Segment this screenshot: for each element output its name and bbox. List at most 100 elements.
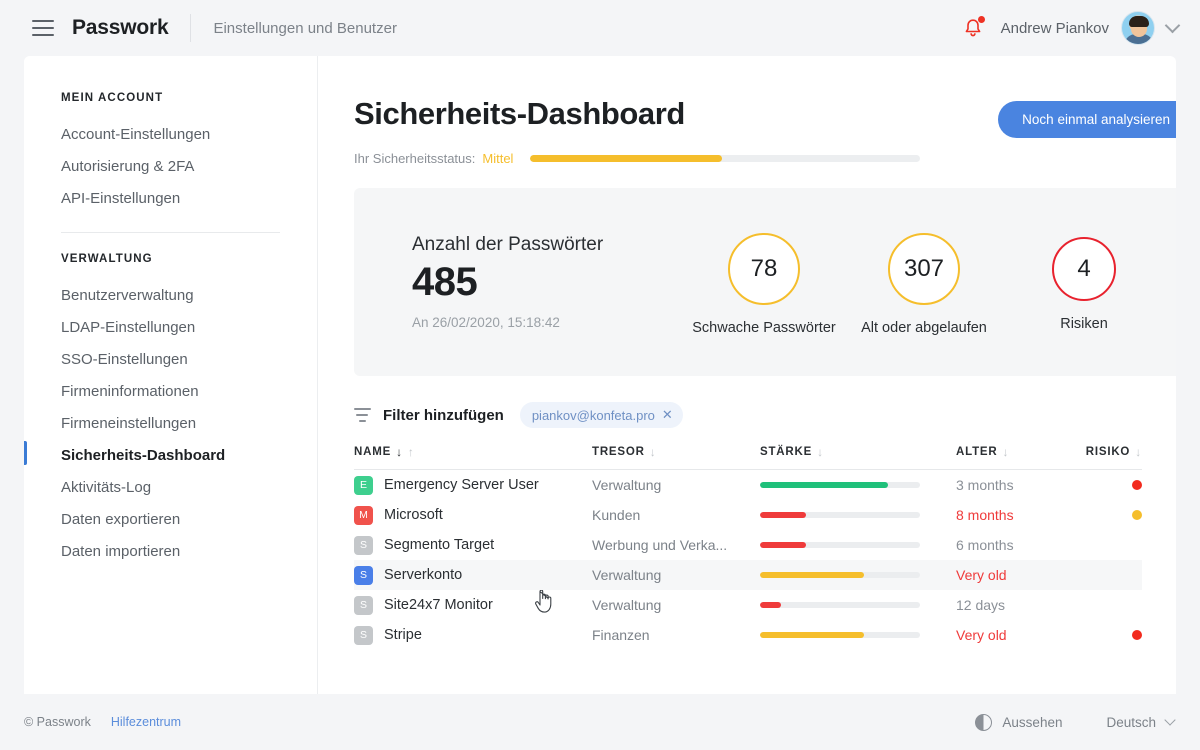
stat-old-expired-caption: Alt oder abgelaufen bbox=[861, 319, 987, 336]
sidebar-item-activity-log[interactable]: Aktivitäts-Log bbox=[24, 471, 317, 503]
item-name: Emergency Server User bbox=[384, 477, 539, 493]
column-header-vault[interactable]: TRESOR ↓ bbox=[592, 446, 760, 458]
item-badge-icon: S bbox=[354, 625, 373, 645]
stat-weak-passwords[interactable]: 78 Schwache Passwörter bbox=[684, 232, 844, 337]
sidebar-item-security-dashboard[interactable]: Sicherheits-Dashboard bbox=[24, 439, 317, 471]
item-name: Serverkonto bbox=[384, 567, 463, 583]
bell-icon[interactable] bbox=[963, 16, 985, 39]
cell-strength bbox=[760, 512, 956, 518]
sort-desc-icon[interactable]: ↓ bbox=[1002, 446, 1009, 458]
cell-strength bbox=[760, 482, 956, 488]
item-age: 6 months bbox=[956, 537, 1014, 553]
item-name: Microsoft bbox=[384, 507, 443, 523]
cell-risk bbox=[1074, 510, 1142, 520]
item-vault: Verwaltung bbox=[592, 567, 662, 583]
cell-strength bbox=[760, 602, 956, 608]
risk-indicator-dot bbox=[1132, 480, 1142, 490]
half-circle-icon[interactable] bbox=[975, 713, 993, 731]
sidebar-heading-account: MEIN ACCOUNT bbox=[61, 92, 164, 104]
table-row[interactable]: E Emergency Server User Verwaltung 3 months bbox=[354, 470, 1142, 500]
filter-icon[interactable] bbox=[354, 408, 371, 422]
password-count-label: Anzahl der Passwörter bbox=[412, 234, 604, 255]
sidebar-item-api-settings[interactable]: API-Einstellungen bbox=[24, 182, 317, 214]
footer-help-link[interactable]: Hilfezentrum bbox=[111, 715, 181, 729]
strength-bar-fill bbox=[760, 602, 781, 608]
sidebar-item-export-data[interactable]: Daten exportieren bbox=[24, 503, 317, 535]
column-header-risk-label: RISIKO bbox=[1085, 446, 1131, 458]
sidebar-item-company-settings[interactable]: Firmeneinstellungen bbox=[24, 407, 317, 439]
column-header-age[interactable]: ALTER ↓ bbox=[956, 446, 1074, 458]
sort-asc-icon[interactable]: ↑ bbox=[408, 446, 415, 458]
item-vault: Kunden bbox=[592, 507, 641, 523]
analyze-again-button[interactable]: Noch einmal analysieren bbox=[998, 101, 1176, 138]
item-name: Segmento Target bbox=[384, 537, 495, 553]
password-count-value: 485 bbox=[412, 260, 478, 304]
hamburger-icon[interactable] bbox=[32, 20, 54, 36]
sidebar-group-account: MEIN ACCOUNT Account-Einstellungen Autor… bbox=[24, 92, 317, 214]
cell-vault: Verwaltung bbox=[592, 597, 760, 613]
risk-indicator-dot bbox=[1132, 630, 1142, 640]
table-row[interactable]: S Stripe Finanzen Very old bbox=[354, 620, 1142, 650]
strength-bar-fill bbox=[760, 632, 864, 638]
passwords-table: NAME ↓ ↑ TRESOR ↓ STÄRKE ↓ ALTER ↓ RISIK… bbox=[354, 446, 1142, 650]
header-divider bbox=[190, 14, 192, 42]
stat-weak-passwords-caption: Schwache Passwörter bbox=[692, 319, 836, 336]
page-card: MEIN ACCOUNT Account-Einstellungen Autor… bbox=[24, 56, 1176, 694]
sort-desc-icon[interactable]: ↓ bbox=[650, 446, 657, 458]
notification-badge bbox=[977, 16, 985, 23]
sidebar: MEIN ACCOUNT Account-Einstellungen Autor… bbox=[24, 56, 318, 694]
table-row[interactable]: M Microsoft Kunden 8 months bbox=[354, 500, 1142, 530]
stat-risks-circle: 4 bbox=[1052, 236, 1116, 301]
cell-name: E Emergency Server User bbox=[354, 475, 592, 495]
sidebar-divider bbox=[61, 232, 280, 233]
cell-age: 6 months bbox=[956, 537, 1074, 553]
close-icon[interactable]: ✕ bbox=[662, 407, 673, 423]
stat-donuts: 78 Schwache Passwörter 307 Alt oder abge… bbox=[684, 227, 1164, 337]
user-name: Andrew Piankov bbox=[1000, 19, 1109, 37]
strength-bar bbox=[760, 482, 920, 488]
filter-chip-email[interactable]: piankov@konfeta.pro ✕ bbox=[519, 402, 683, 428]
avatar[interactable] bbox=[1121, 11, 1155, 45]
brand-logo[interactable]: Passwork bbox=[72, 16, 169, 40]
chevron-down-icon[interactable] bbox=[1164, 714, 1176, 726]
theme-toggle-label[interactable]: Aussehen bbox=[1002, 715, 1062, 730]
sort-desc-icon[interactable]: ↓ bbox=[817, 446, 824, 458]
add-filter-button[interactable]: Filter hinzufügen bbox=[383, 407, 504, 424]
cell-age: Very old bbox=[956, 627, 1074, 643]
table-body: E Emergency Server User Verwaltung 3 months… bbox=[354, 470, 1142, 650]
table-row[interactable]: S Site24x7 Monitor Verwaltung 12 days bbox=[354, 590, 1142, 620]
cell-risk bbox=[1074, 480, 1142, 490]
table-row[interactable]: S Segmento Target Werbung und Verka... 6 mo… bbox=[354, 530, 1142, 560]
stat-old-expired[interactable]: 307 Alt oder abgelaufen bbox=[844, 232, 1004, 337]
column-header-name[interactable]: NAME ↓ ↑ bbox=[354, 446, 592, 458]
footer-copyright: © Passwork bbox=[24, 715, 91, 729]
stat-risks[interactable]: 4 Risiken bbox=[1004, 233, 1164, 333]
cell-vault: Verwaltung bbox=[592, 477, 760, 493]
security-status-label: Ihr Sicherheitsstatus: bbox=[354, 151, 476, 166]
item-badge-icon: M bbox=[354, 505, 373, 525]
sort-desc-icon[interactable]: ↓ bbox=[396, 446, 403, 458]
sidebar-item-import-data[interactable]: Daten importieren bbox=[24, 535, 317, 567]
sidebar-group-administration: VERWALTUNG Benutzerverwaltung LDAP-Einst… bbox=[24, 253, 317, 567]
sidebar-item-user-management[interactable]: Benutzerverwaltung bbox=[24, 279, 317, 311]
column-header-strength-label: STÄRKE bbox=[760, 446, 813, 458]
cell-age: Very old bbox=[956, 567, 1074, 583]
table-row[interactable]: S Serverkonto Verwaltung Very old bbox=[354, 560, 1142, 590]
sidebar-item-ldap-settings[interactable]: LDAP-Einstellungen bbox=[24, 311, 317, 343]
column-header-risk[interactable]: RISIKO ↓ bbox=[1074, 446, 1142, 458]
top-bar: Passwork Einstellungen und Benutzer Andr… bbox=[0, 0, 1200, 56]
language-selector[interactable]: Deutsch bbox=[1106, 715, 1156, 730]
sidebar-item-account-settings[interactable]: Account-Einstellungen bbox=[24, 118, 317, 150]
item-vault: Verwaltung bbox=[592, 477, 662, 493]
column-header-age-label: ALTER bbox=[956, 446, 998, 458]
column-header-strength[interactable]: STÄRKE ↓ bbox=[760, 446, 956, 458]
cell-vault: Werbung und Verka... bbox=[592, 537, 760, 553]
item-vault: Finanzen bbox=[592, 627, 650, 643]
sidebar-item-company-information[interactable]: Firmeninformationen bbox=[24, 375, 317, 407]
cell-vault: Verwaltung bbox=[592, 567, 760, 583]
cell-name: S Serverkonto bbox=[354, 565, 592, 585]
sidebar-item-authorization-2fa[interactable]: Autorisierung & 2FA bbox=[24, 150, 317, 182]
sidebar-item-sso-settings[interactable]: SSO-Einstellungen bbox=[24, 343, 317, 375]
sort-desc-icon[interactable]: ↓ bbox=[1135, 446, 1142, 458]
chevron-down-icon[interactable] bbox=[1164, 17, 1181, 34]
